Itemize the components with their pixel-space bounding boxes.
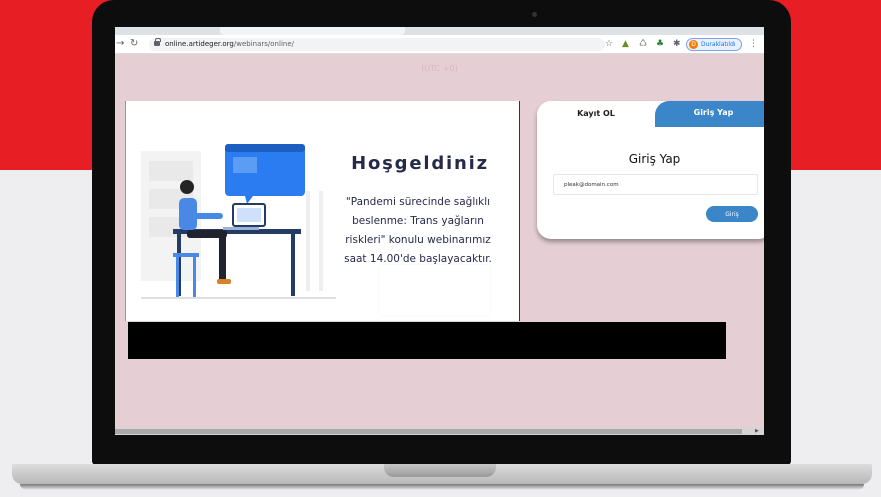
- recycle-extension-icon[interactable]: ♺: [639, 39, 647, 50]
- extensions-icon[interactable]: ✱: [673, 39, 681, 50]
- webinar-illustration-icon: [141, 144, 336, 299]
- avatar: D: [689, 40, 698, 49]
- tab-login[interactable]: Giriş Yap: [655, 101, 764, 127]
- scroll-right-icon[interactable]: ▶: [755, 428, 759, 435]
- description-line: beslenme: Trans yağların: [352, 215, 484, 227]
- horizontal-scrollbar[interactable]: ▶: [115, 428, 764, 435]
- browser-tab[interactable]: [220, 27, 405, 35]
- scrollbar-thumb[interactable]: [115, 429, 742, 434]
- address-bar[interactable]: online.artideger.org/webinars/online/: [149, 38, 605, 51]
- description-line: "Pandemi sürecinde sağlıklı: [345, 196, 491, 208]
- login-button[interactable]: Giriş: [706, 206, 758, 222]
- extension-icon[interactable]: ▲: [622, 39, 629, 50]
- camera-icon: [532, 12, 537, 17]
- login-heading: Giriş Yap: [628, 152, 681, 166]
- profile-status: Duraklatıldı: [701, 41, 736, 48]
- star-icon[interactable]: ☆: [605, 39, 613, 50]
- welcome-title: Hoşgeldiniz: [351, 153, 489, 174]
- laptop-notch: [384, 464, 496, 477]
- video-player-area[interactable]: [128, 322, 726, 359]
- menu-icon[interactable]: ⋮: [749, 38, 758, 50]
- tab-register[interactable]: Kayıt OL: [537, 101, 655, 127]
- profile-button[interactable]: D Duraklatıldı: [686, 38, 742, 51]
- tab-strip: [115, 27, 764, 35]
- description-line: riskleri" konulu webinarımız: [345, 234, 491, 246]
- timezone-label: (UTC +0): [421, 64, 458, 73]
- browser-toolbar: → ↻ online.artideger.org/webinars/online…: [115, 35, 764, 54]
- lock-icon: [154, 38, 161, 46]
- welcome-card: Hoşgeldiniz "Pandemi sürecinde sağlıklı …: [125, 101, 520, 321]
- puzzle-extension-icon[interactable]: ♣: [656, 39, 664, 50]
- forward-icon[interactable]: →: [116, 38, 124, 50]
- login-card: Giriş Yap Kayıt OL Giriş Yap Giriş: [537, 101, 764, 239]
- browser-window: → ↻ online.artideger.org/webinars/online…: [115, 27, 764, 435]
- reload-icon[interactable]: ↻: [130, 38, 138, 50]
- webinar-description: "Pandemi sürecinde sağlıklı beslenme: Tr…: [318, 193, 518, 269]
- blank-panel: [380, 265, 490, 315]
- laptop-shadow: [20, 484, 864, 490]
- url-domain: online.artideger.org: [165, 40, 234, 48]
- url-path: /webinars/online/: [233, 40, 294, 48]
- email-field[interactable]: [553, 174, 758, 195]
- url-text: online.artideger.org/webinars/online/: [165, 39, 294, 50]
